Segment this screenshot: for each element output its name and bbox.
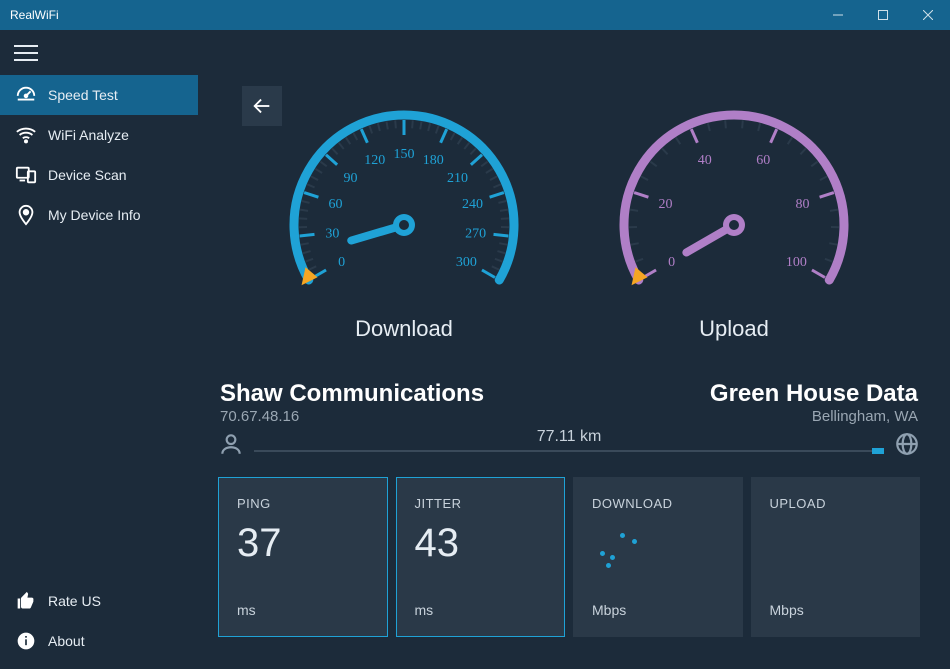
sidebar-item-label: Rate US: [48, 593, 101, 609]
ping-title: PING: [237, 496, 369, 511]
window-controls: [815, 0, 950, 30]
download-title: DOWNLOAD: [592, 496, 724, 511]
svg-text:150: 150: [394, 147, 415, 162]
jitter-unit: ms: [415, 602, 547, 618]
svg-text:300: 300: [456, 255, 477, 270]
sidebar-item-label: WiFi Analyze: [48, 127, 129, 143]
thumb-icon: [12, 591, 40, 611]
sidebar-item-wifi-analyze[interactable]: WiFi Analyze: [0, 115, 198, 155]
back-button[interactable]: [242, 86, 282, 126]
svg-text:0: 0: [668, 255, 675, 270]
server-block: Green House Data Bellingham, WA: [710, 380, 918, 425]
upload-card: UPLOAD Mbps: [751, 477, 921, 637]
close-button[interactable]: [905, 0, 950, 30]
ping-unit: ms: [237, 602, 369, 618]
svg-text:120: 120: [364, 153, 385, 168]
download-unit: Mbps: [592, 602, 724, 618]
sidebar-item-label: Speed Test: [48, 87, 118, 103]
jitter-title: JITTER: [415, 496, 547, 511]
svg-text:240: 240: [462, 197, 483, 212]
svg-text:270: 270: [465, 227, 486, 242]
ping-card: PING 37 ms: [218, 477, 388, 637]
svg-text:20: 20: [659, 197, 673, 212]
svg-text:40: 40: [698, 153, 712, 168]
sidebar-item-rate-us[interactable]: Rate US: [0, 581, 198, 621]
svg-text:210: 210: [447, 171, 468, 186]
download-gauge-label: Download: [355, 316, 453, 342]
sidebar-item-speed-test[interactable]: Speed Test: [0, 75, 198, 115]
globe-icon: [894, 431, 920, 457]
main-content: 0306090120150180210240270300 Download 02…: [198, 30, 950, 669]
isp-name: Shaw Communications: [220, 380, 484, 408]
sidebar-item-label: Device Scan: [48, 167, 127, 183]
isp-ip: 70.67.48.16: [220, 408, 484, 425]
hamburger-button[interactable]: [0, 30, 198, 75]
loading-icon: [592, 533, 642, 573]
server-location: Bellingham, WA: [710, 408, 918, 425]
distance-row: 77.11 km: [218, 431, 920, 457]
jitter-value: 43: [415, 523, 547, 602]
svg-text:60: 60: [329, 197, 343, 212]
upload-gauge: 0 20 40 60 80 100 Upload: [604, 90, 864, 342]
info-icon: [12, 631, 40, 651]
distance-value: 77.11 km: [537, 428, 602, 446]
upload-gauge-label: Upload: [699, 316, 769, 342]
server-name: Green House Data: [710, 380, 918, 408]
download-card: DOWNLOAD Mbps: [573, 477, 743, 637]
sidebar-item-label: About: [48, 633, 85, 649]
upload-unit: Mbps: [770, 602, 902, 618]
svg-text:30: 30: [325, 227, 339, 242]
upload-title: UPLOAD: [770, 496, 902, 511]
svg-text:60: 60: [756, 153, 770, 168]
wifi-icon: [12, 124, 40, 146]
sidebar: Speed Test WiFi Analyze Device Scan My D…: [0, 30, 198, 669]
svg-text:0: 0: [338, 255, 345, 270]
devices-icon: [12, 164, 40, 186]
svg-text:100: 100: [786, 255, 807, 270]
isp-block: Shaw Communications 70.67.48.16: [220, 380, 484, 425]
minimize-button[interactable]: [815, 0, 860, 30]
window-title: RealWiFi: [10, 8, 815, 22]
location-icon: [12, 204, 40, 226]
titlebar: RealWiFi: [0, 0, 950, 30]
sidebar-item-about[interactable]: About: [0, 621, 198, 661]
svg-text:180: 180: [423, 153, 444, 168]
gauge-icon: [12, 84, 40, 106]
jitter-card: JITTER 43 ms: [396, 477, 566, 637]
person-icon: [218, 431, 244, 457]
svg-text:80: 80: [795, 197, 809, 212]
maximize-button[interactable]: [860, 0, 905, 30]
download-value: [592, 523, 724, 602]
ping-value: 37: [237, 523, 369, 602]
sidebar-item-device-scan[interactable]: Device Scan: [0, 155, 198, 195]
sidebar-item-my-device-info[interactable]: My Device Info: [0, 195, 198, 235]
svg-text:90: 90: [343, 171, 357, 186]
download-gauge: 0 30 6090 120 150 180210 240 270 300 Download: [274, 90, 534, 342]
sidebar-nav: Speed Test WiFi Analyze Device Scan My D…: [0, 75, 198, 235]
sidebar-bottom-nav: Rate US About: [0, 581, 198, 661]
sidebar-item-label: My Device Info: [48, 207, 141, 223]
upload-value: [770, 523, 902, 602]
